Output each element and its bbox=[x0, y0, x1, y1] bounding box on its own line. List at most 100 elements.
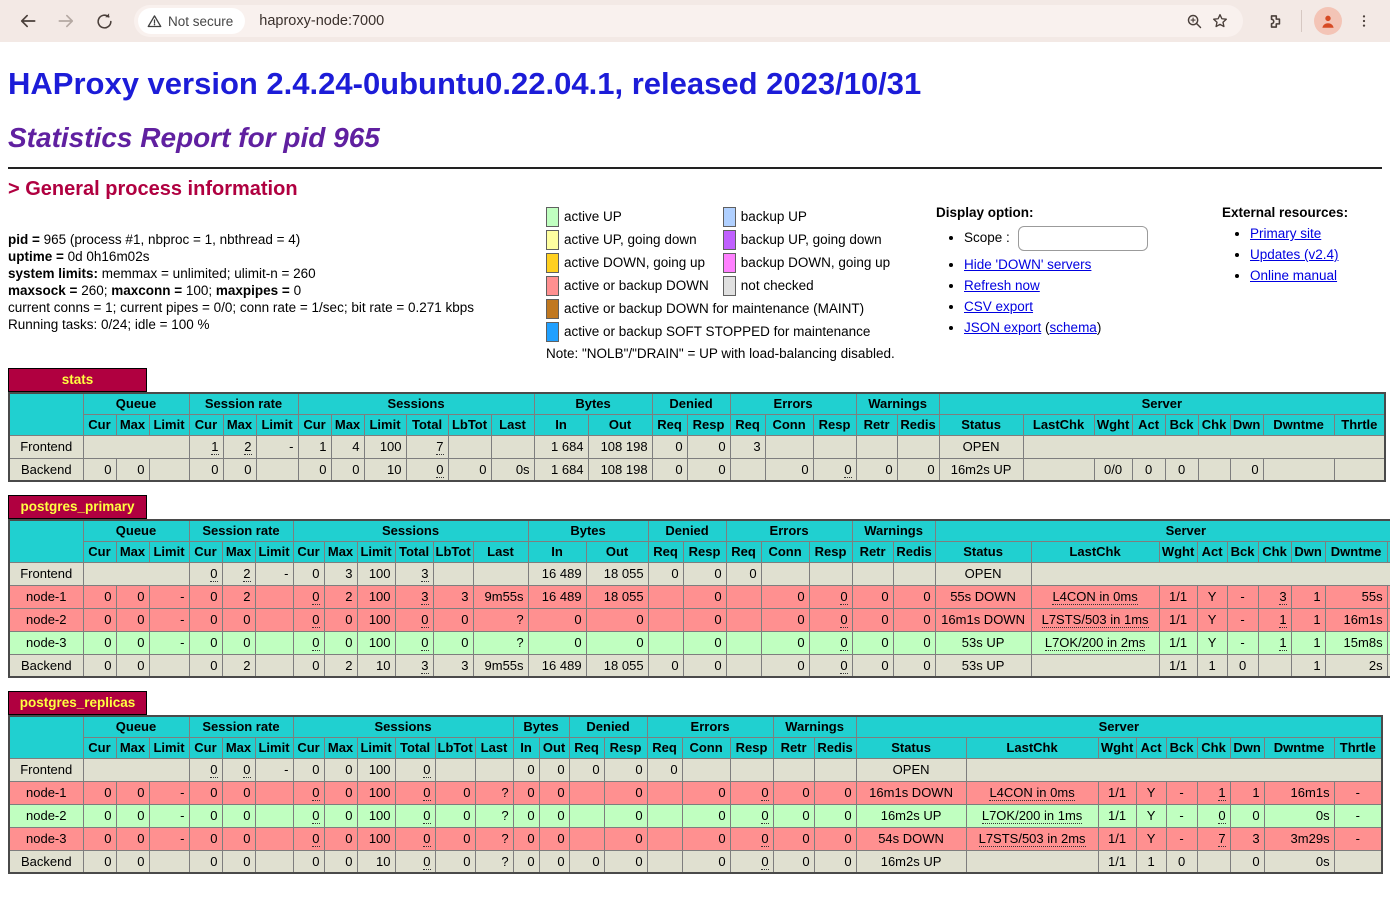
legend-swatch bbox=[546, 207, 559, 227]
hide-down-link[interactable]: Hide 'DOWN' servers bbox=[964, 257, 1091, 272]
cell: 0 bbox=[513, 758, 539, 781]
cell: 0 bbox=[683, 631, 726, 654]
column-header: Resp bbox=[683, 541, 726, 562]
cell: 0s bbox=[1264, 850, 1334, 873]
cell bbox=[448, 435, 491, 458]
csv-export-link[interactable]: CSV export bbox=[964, 299, 1033, 314]
external-resource-link[interactable]: Online manual bbox=[1250, 268, 1337, 283]
url-bar[interactable]: Not secure haproxy-node:7000 bbox=[134, 5, 1243, 37]
general-info-row: pid = 965 (process #1, nbproc = 1, nbthr… bbox=[8, 205, 1382, 361]
cell: - bbox=[149, 804, 189, 827]
proxy-table-postgres_replicas: postgres_replicasQueueSession rateSessio… bbox=[8, 691, 1382, 874]
cell: 0 bbox=[528, 608, 586, 631]
cell bbox=[435, 758, 475, 781]
cell: 3 bbox=[1258, 585, 1291, 608]
bookmark-button[interactable] bbox=[1207, 8, 1233, 34]
column-header: Total bbox=[406, 414, 448, 435]
column-header: Max bbox=[222, 541, 255, 562]
cell bbox=[255, 585, 293, 608]
group-header-row: QueueSession rateSessionsBytesDeniedErro… bbox=[9, 520, 1390, 541]
legend-row: active or backup DOWN for maintenance (M… bbox=[546, 297, 904, 320]
cell: 0 bbox=[293, 827, 324, 850]
group-header: Sessions bbox=[298, 393, 534, 414]
corner-header bbox=[9, 520, 83, 562]
row-label: Frontend bbox=[9, 562, 83, 585]
cell: 0 bbox=[189, 804, 222, 827]
profile-avatar[interactable] bbox=[1314, 7, 1342, 35]
legend-table: active UPbackup UPactive UP, going downb… bbox=[546, 205, 904, 343]
cell: 0 bbox=[222, 804, 255, 827]
column-header: Cur bbox=[83, 414, 116, 435]
extensions-button[interactable] bbox=[1257, 5, 1289, 37]
cell bbox=[256, 458, 298, 481]
zoom-button[interactable] bbox=[1181, 8, 1207, 34]
group-header: Denied bbox=[652, 393, 730, 414]
cell: 0 bbox=[539, 827, 569, 850]
cell: 0 bbox=[435, 781, 475, 804]
cell: 0 bbox=[1230, 458, 1263, 481]
cell bbox=[773, 758, 814, 781]
cell bbox=[1031, 562, 1390, 585]
cell: 0 bbox=[683, 562, 726, 585]
cell: 0 bbox=[1227, 654, 1258, 677]
cell bbox=[765, 435, 813, 458]
cell: - bbox=[1334, 781, 1382, 804]
cell: 1/1 bbox=[1159, 585, 1197, 608]
cell: 0 bbox=[773, 781, 814, 804]
table-row: node-100-000010000?000000016m1s DOWNL4CO… bbox=[9, 781, 1382, 804]
cell: 0 bbox=[116, 631, 149, 654]
cell: 0 bbox=[324, 804, 357, 827]
external-resource-link[interactable]: Updates (v2.4) bbox=[1250, 247, 1339, 262]
menu-button[interactable] bbox=[1348, 5, 1380, 37]
back-button[interactable] bbox=[12, 5, 44, 37]
cell bbox=[966, 758, 1382, 781]
column-header: Retr bbox=[856, 414, 897, 435]
cell: 100 bbox=[357, 608, 395, 631]
cell bbox=[1334, 458, 1385, 481]
page-title: HAProxy version 2.4.24-0ubuntu0.22.04.1,… bbox=[8, 66, 1382, 102]
cell: 10 bbox=[357, 654, 395, 677]
cell: 0 bbox=[814, 781, 856, 804]
column-header: Limit bbox=[149, 414, 189, 435]
column-header: Last bbox=[491, 414, 534, 435]
row-label: Backend bbox=[9, 654, 83, 677]
column-header: Req bbox=[652, 414, 687, 435]
column-header: Max bbox=[116, 541, 149, 562]
column-header: Max bbox=[331, 414, 364, 435]
cell: 0 bbox=[687, 458, 730, 481]
cell: 0 bbox=[586, 631, 648, 654]
json-export-link[interactable]: JSON export bbox=[964, 320, 1041, 335]
process-info: pid = 965 (process #1, nbproc = 1, nbthr… bbox=[8, 231, 546, 333]
external-resource-link[interactable]: Primary site bbox=[1250, 226, 1321, 241]
legend-swatch bbox=[723, 253, 736, 273]
cell: 0 bbox=[83, 608, 116, 631]
cell: 1 bbox=[1197, 654, 1227, 677]
cell: 3 bbox=[395, 654, 433, 677]
cell: 0 bbox=[761, 608, 809, 631]
cell: 0 bbox=[773, 827, 814, 850]
cell: 16m1s bbox=[1264, 781, 1334, 804]
reload-button[interactable] bbox=[88, 5, 120, 37]
cell: 0 bbox=[1230, 804, 1264, 827]
legend: active UPbackup UPactive UP, going downb… bbox=[546, 205, 936, 361]
not-secure-chip[interactable]: Not secure bbox=[138, 8, 245, 34]
cell: 0 bbox=[814, 804, 856, 827]
cell: 0 bbox=[852, 654, 893, 677]
column-header: Redis bbox=[893, 541, 935, 562]
cell: 0 bbox=[222, 850, 255, 873]
refresh-link[interactable]: Refresh now bbox=[964, 278, 1040, 293]
column-header: Bck bbox=[1227, 541, 1258, 562]
cell: 1 bbox=[1291, 585, 1325, 608]
legend-row: active UPbackup UP bbox=[546, 205, 904, 228]
column-header: Req bbox=[648, 541, 683, 562]
cell: 0 bbox=[852, 585, 893, 608]
column-header: Chk bbox=[1197, 737, 1230, 758]
forward-button[interactable] bbox=[50, 5, 82, 37]
group-header: Errors bbox=[647, 716, 773, 737]
column-header: Resp bbox=[604, 737, 647, 758]
cell: - bbox=[1166, 781, 1197, 804]
schema-link[interactable]: schema bbox=[1050, 320, 1097, 335]
scope-input[interactable] bbox=[1018, 226, 1148, 251]
cell: 1 bbox=[1291, 631, 1325, 654]
cell: 0 bbox=[513, 781, 539, 804]
